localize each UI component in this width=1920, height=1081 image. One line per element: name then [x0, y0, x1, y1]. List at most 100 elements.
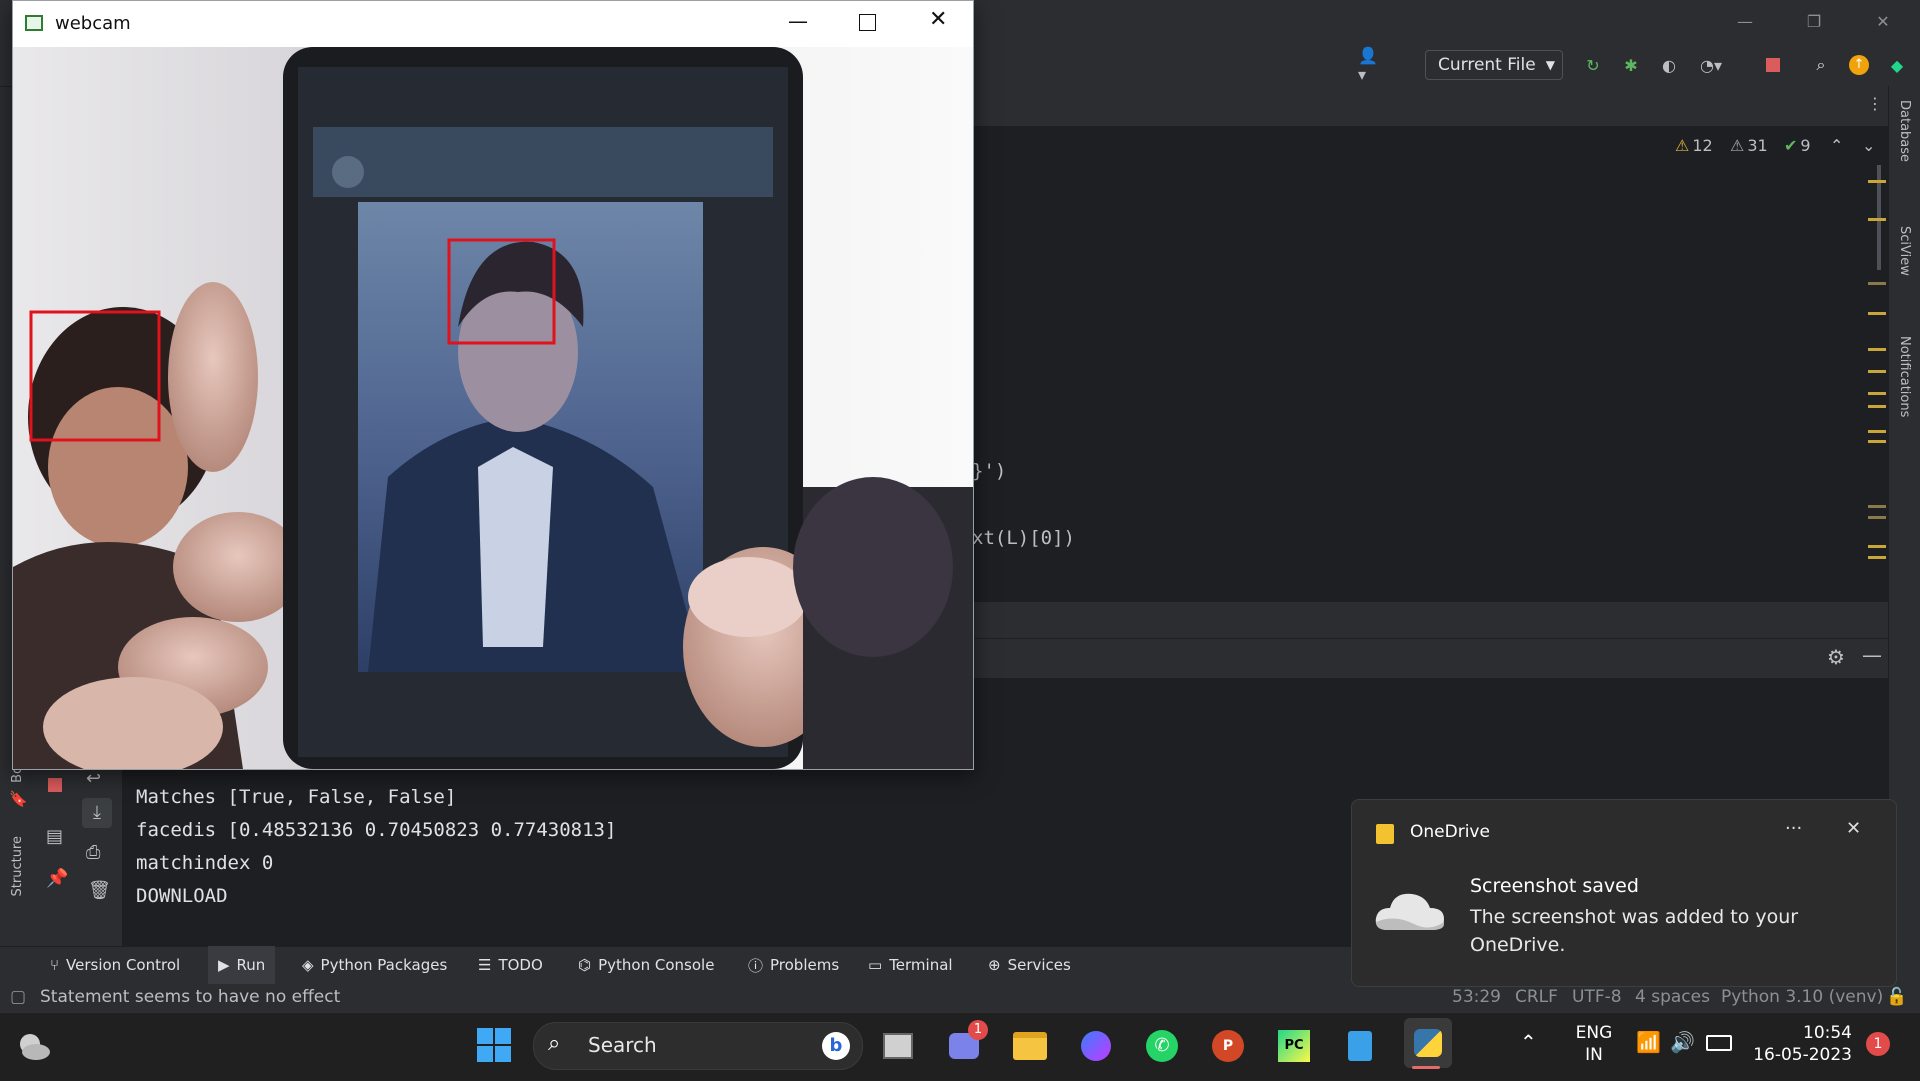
- webcam-titlebar[interactable]: webcam — ✕: [13, 1, 973, 47]
- stripe-mark[interactable]: [1868, 430, 1886, 433]
- windows-start-icon[interactable]: [476, 1027, 512, 1063]
- indent-setting[interactable]: 4 spaces: [1635, 987, 1710, 1007]
- stripe-mark[interactable]: [1868, 405, 1886, 408]
- stripe-mark[interactable]: [1868, 312, 1886, 315]
- structure-tab[interactable]: Structure: [10, 836, 25, 896]
- tab-todo[interactable]: ☰ TODO: [478, 946, 543, 984]
- ide-restore-button[interactable]: ❐: [1786, 0, 1842, 42]
- tab-problems[interactable]: ⓘ Problems: [748, 946, 839, 984]
- editor-area[interactable]: }') xt(L)[0]): [972, 127, 1888, 602]
- onedrive-toast[interactable]: OneDrive ··· ✕ Screenshot saved The scre…: [1351, 799, 1897, 987]
- webcam-window[interactable]: webcam — ✕: [12, 0, 974, 770]
- stripe-mark[interactable]: [1868, 370, 1886, 373]
- previous-highlight-icon[interactable]: ⌃: [1830, 136, 1843, 155]
- file-encoding[interactable]: UTF-8: [1572, 987, 1622, 1007]
- close-button[interactable]: ✕: [929, 7, 947, 32]
- notification-badge[interactable]: 1: [1866, 1032, 1890, 1056]
- messenger-icon[interactable]: [1076, 1026, 1116, 1066]
- powerpoint-icon[interactable]: P: [1208, 1026, 1248, 1066]
- python-app-icon[interactable]: [1404, 1018, 1452, 1068]
- inspection-weak-warnings[interactable]: ⚠ 31: [1730, 136, 1768, 155]
- notepad-icon[interactable]: [1340, 1026, 1380, 1066]
- search-icon[interactable]: ⌕: [1810, 54, 1832, 76]
- python-interpreter[interactable]: Python 3.10 (venv): [1721, 987, 1883, 1007]
- profile-icon[interactable]: ◔▾: [1700, 54, 1722, 76]
- run-config-selector[interactable]: Current File ▼: [1425, 50, 1563, 80]
- stripe-mark[interactable]: [1868, 440, 1886, 443]
- pin-icon[interactable]: 📌: [46, 868, 68, 889]
- terminal-icon: ▭: [868, 956, 883, 974]
- branch-icon: ⑂: [50, 956, 60, 974]
- taskbar-search-box[interactable]: ⌕ Search b: [533, 1022, 863, 1070]
- plugin-icon[interactable]: ◆: [1886, 54, 1908, 76]
- stripe-mark[interactable]: [1868, 218, 1886, 221]
- tab-version-control[interactable]: ⑂ Version Control: [50, 946, 180, 984]
- more-vertical-icon[interactable]: ⋮: [1867, 94, 1883, 113]
- debug-icon[interactable]: ✱: [1620, 54, 1642, 76]
- scroll-to-end-icon[interactable]: ⤓: [82, 798, 112, 828]
- stop-icon[interactable]: [1762, 54, 1784, 76]
- ide-close-button[interactable]: ✕: [1855, 0, 1911, 42]
- wifi-icon[interactable]: 📶: [1636, 1030, 1661, 1054]
- minimize-button[interactable]: —: [788, 9, 808, 33]
- maximize-button[interactable]: [859, 14, 876, 31]
- pycharm-icon[interactable]: PC: [1274, 1026, 1314, 1066]
- close-icon[interactable]: ✕: [1846, 818, 1861, 839]
- more-options-icon[interactable]: ···: [1785, 818, 1802, 839]
- tab-run[interactable]: ▶ Run: [208, 946, 276, 984]
- stripe-mark[interactable]: [1868, 556, 1886, 559]
- stop-icon[interactable]: [48, 778, 62, 792]
- whatsapp-icon[interactable]: ✆: [1142, 1026, 1182, 1066]
- stripe-mark[interactable]: [1868, 282, 1886, 285]
- language-indicator[interactable]: ENG IN: [1572, 1022, 1616, 1066]
- minimize-panel-icon[interactable]: —: [1862, 643, 1882, 667]
- tab-services[interactable]: ⊕ Services: [988, 946, 1071, 984]
- layout-icon[interactable]: ▤: [46, 826, 63, 847]
- bing-icon[interactable]: b: [822, 1032, 850, 1060]
- ide-minimize-button[interactable]: —: [1717, 0, 1773, 42]
- stripe-mark[interactable]: [1868, 545, 1886, 548]
- gear-icon[interactable]: ⚙: [1827, 645, 1845, 669]
- stripe-mark[interactable]: [1868, 392, 1886, 395]
- status-message: Statement seems to have no effect: [40, 987, 341, 1007]
- stripe-mark[interactable]: [1868, 516, 1886, 519]
- print-icon[interactable]: ⎙: [86, 842, 100, 863]
- battery-icon[interactable]: [1706, 1035, 1732, 1051]
- trash-icon[interactable]: 🗑: [88, 880, 111, 901]
- tab-terminal[interactable]: ▭ Terminal: [868, 946, 953, 984]
- tab-label: Services: [1007, 956, 1071, 974]
- rerun-icon[interactable]: ↻: [1582, 54, 1604, 76]
- chevron-up-icon[interactable]: ⌃: [1520, 1030, 1537, 1054]
- cloud-icon: [1374, 888, 1446, 932]
- caret-position[interactable]: 53:29: [1452, 987, 1501, 1007]
- weather-icon[interactable]: [16, 1030, 52, 1062]
- clock[interactable]: 10:54 16-05-2023: [1752, 1022, 1852, 1066]
- update-icon[interactable]: ↑: [1848, 54, 1870, 76]
- teams-icon[interactable]: 1: [944, 1020, 988, 1066]
- database-panel-tab[interactable]: Database: [1897, 100, 1912, 162]
- next-highlight-icon[interactable]: ⌄: [1862, 136, 1875, 155]
- soft-wrap-icon[interactable]: ↩: [86, 768, 101, 789]
- volume-icon[interactable]: 🔊: [1670, 1030, 1695, 1054]
- inspection-ok[interactable]: ✔ 9: [1784, 136, 1811, 155]
- inspection-warnings[interactable]: ⚠ 12: [1675, 136, 1713, 155]
- region: IN: [1585, 1045, 1603, 1065]
- stripe-mark[interactable]: [1868, 180, 1886, 183]
- bookmark-icon[interactable]: 🔖: [9, 790, 28, 808]
- line-separator[interactable]: CRLF: [1515, 987, 1558, 1007]
- notifications-panel-tab[interactable]: Notifications: [1897, 336, 1912, 417]
- account-icon[interactable]: 👤▾: [1358, 46, 1380, 84]
- task-view-icon[interactable]: [878, 1026, 918, 1066]
- stripe-mark[interactable]: [1868, 348, 1886, 351]
- stripe-mark[interactable]: [1868, 505, 1886, 508]
- list-icon: ☰: [478, 956, 492, 974]
- lock-icon[interactable]: 🔓: [1886, 987, 1907, 1007]
- status-toggle-icon[interactable]: ▢: [10, 987, 26, 1007]
- tab-python-console[interactable]: ⌬ Python Console: [578, 946, 714, 984]
- sciview-panel-tab[interactable]: SciView: [1897, 226, 1912, 276]
- run-config-label: Current File: [1438, 55, 1536, 75]
- console-line: matchindex 0: [136, 852, 274, 874]
- file-explorer-icon[interactable]: [1010, 1026, 1050, 1066]
- coverage-icon[interactable]: ◐: [1658, 54, 1680, 76]
- tab-python-packages[interactable]: ◈ Python Packages: [302, 946, 447, 984]
